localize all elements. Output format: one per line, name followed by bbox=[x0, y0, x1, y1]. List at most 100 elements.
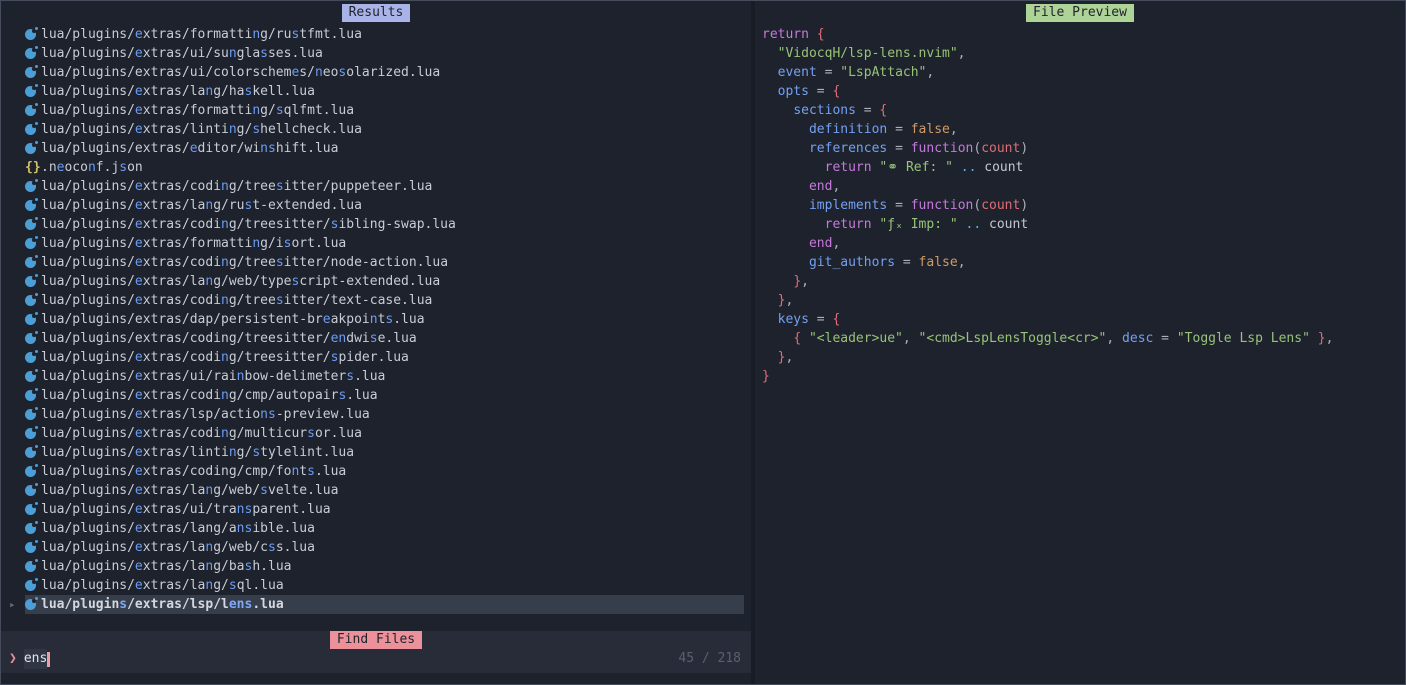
result-row[interactable]: lua/plugins/extras/ui/rainbow-delimeters… bbox=[25, 367, 744, 386]
file-path: .neoconf.json bbox=[41, 160, 143, 175]
result-row[interactable]: lua/plugins/extras/lang/sql.lua bbox=[25, 576, 744, 595]
code-line: }, bbox=[762, 291, 1333, 310]
result-row[interactable]: lua/plugins/extras/coding/treesitter/spi… bbox=[25, 348, 744, 367]
prompt-window: Find Files ❯ ens 45 / 218 bbox=[1, 631, 751, 673]
code-line: sections = { bbox=[762, 101, 1333, 120]
file-path: lua/plugins/extras/ui/sunglasses.lua bbox=[41, 46, 323, 61]
lua-file-icon bbox=[25, 219, 36, 230]
result-row[interactable]: lua/plugins/extras/formatting/isort.lua bbox=[25, 234, 744, 253]
result-row[interactable]: lua/plugins/extras/coding/cmp/autopairs.… bbox=[25, 386, 744, 405]
result-row[interactable]: lua/plugins/extras/ui/transparent.lua bbox=[25, 500, 744, 519]
result-row[interactable]: lua/plugins/extras/lang/web/typescript-e… bbox=[25, 272, 744, 291]
lua-file-icon bbox=[25, 390, 36, 401]
code-line: implements = function(count) bbox=[762, 196, 1333, 215]
result-row[interactable]: lua/plugins/extras/lang/bash.lua bbox=[25, 557, 744, 576]
lua-file-icon bbox=[25, 257, 36, 268]
code-line: return { bbox=[762, 25, 1333, 44]
result-row[interactable]: lua/plugins/extras/formatting/rustfmt.lu… bbox=[25, 25, 744, 44]
file-preview-code[interactable]: return { "VidocqH/lsp-lens.nvim", event … bbox=[762, 25, 1333, 386]
result-row[interactable]: lua/plugins/extras/ui/colorschemes/neoso… bbox=[25, 63, 744, 82]
result-row[interactable]: lua/plugins/extras/lang/web/css.lua bbox=[25, 538, 744, 557]
lua-file-icon bbox=[25, 295, 36, 306]
file-path: lua/plugins/extras/formatting/sqlfmt.lua bbox=[41, 103, 354, 118]
result-row[interactable]: lua/plugins/extras/formatting/sqlfmt.lua bbox=[25, 101, 744, 120]
file-path: lua/plugins/extras/ui/colorschemes/neoso… bbox=[41, 65, 440, 80]
result-row[interactable]: lua/plugins/extras/coding/multicursor.lu… bbox=[25, 424, 744, 443]
lua-file-icon bbox=[25, 333, 36, 344]
code-line: opts = { bbox=[762, 82, 1333, 101]
file-path: lua/plugins/extras/ui/rainbow-delimeters… bbox=[41, 369, 385, 384]
result-counter: 45 / 218 bbox=[678, 649, 741, 669]
lua-file-icon bbox=[25, 29, 36, 40]
code-line: definition = false, bbox=[762, 120, 1333, 139]
lua-file-icon bbox=[25, 561, 36, 572]
file-path: lua/plugins/extras/lang/web/css.lua bbox=[41, 540, 315, 555]
results-title-badge: Results bbox=[342, 4, 411, 22]
file-path: lua/plugins/extras/lang/sql.lua bbox=[41, 578, 284, 593]
code-line: keys = { bbox=[762, 310, 1333, 329]
result-row[interactable]: lua/plugins/extras/lsp/actions-preview.l… bbox=[25, 405, 744, 424]
code-line: references = function(count) bbox=[762, 139, 1333, 158]
telescope-picker: Results lua/plugins/extras/formatting/ru… bbox=[0, 0, 1406, 685]
file-path: lua/plugins/extras/lsp/lens.lua bbox=[41, 597, 284, 612]
result-row[interactable]: lua/plugins/extras/linting/shellcheck.lu… bbox=[25, 120, 744, 139]
lua-file-icon bbox=[25, 181, 36, 192]
prompt-query-text: ens bbox=[24, 649, 47, 669]
file-path: lua/plugins/extras/coding/treesitter/spi… bbox=[41, 350, 409, 365]
file-path: lua/plugins/extras/lang/bash.lua bbox=[41, 559, 291, 574]
file-path: lua/plugins/extras/lang/haskell.lua bbox=[41, 84, 315, 99]
result-row[interactable]: lua/plugins/extras/lang/haskell.lua bbox=[25, 82, 744, 101]
result-row[interactable]: lua/plugins/extras/coding/treesitter/sib… bbox=[25, 215, 744, 234]
file-path: lua/plugins/extras/linting/stylelint.lua bbox=[41, 445, 354, 460]
file-path: lua/plugins/extras/coding/multicursor.lu… bbox=[41, 426, 362, 441]
lua-file-icon bbox=[25, 67, 36, 78]
lua-file-icon bbox=[25, 86, 36, 97]
file-path: lua/plugins/extras/coding/treesitter/end… bbox=[41, 331, 417, 346]
code-line: return "⚭ Ref: " .. count bbox=[762, 158, 1333, 177]
preview-window-title: File Preview bbox=[756, 4, 1404, 22]
text-cursor bbox=[47, 652, 50, 667]
result-row[interactable]: lua/plugins/extras/linting/stylelint.lua bbox=[25, 443, 744, 462]
result-row[interactable]: lua/plugins/extras/ui/sunglasses.lua bbox=[25, 44, 744, 63]
code-line: git_authors = false, bbox=[762, 253, 1333, 272]
file-path: lua/plugins/extras/formatting/isort.lua bbox=[41, 236, 346, 251]
prompt-prefix-icon: ❯ bbox=[9, 649, 17, 669]
result-row[interactable]: lua/plugins/extras/coding/cmp/fonts.lua bbox=[25, 462, 744, 481]
file-path: lua/plugins/extras/coding/treesitter/tex… bbox=[41, 293, 432, 308]
result-row[interactable]: lua/plugins/extras/editor/winshift.lua bbox=[25, 139, 744, 158]
result-row[interactable]: lua/plugins/extras/coding/treesitter/end… bbox=[25, 329, 744, 348]
code-line: } bbox=[762, 367, 1333, 386]
prompt-input[interactable]: ❯ ens bbox=[9, 649, 50, 669]
code-line: { "<leader>ue", "<cmd>LspLensToggle<cr>"… bbox=[762, 329, 1333, 348]
result-row[interactable]: lua/plugins/extras/lang/web/svelte.lua bbox=[25, 481, 744, 500]
result-row[interactable]: lua/plugins/extras/dap/persistent-breakp… bbox=[25, 310, 744, 329]
result-row[interactable]: lua/plugins/extras/coding/treesitter/tex… bbox=[25, 291, 744, 310]
lua-file-icon bbox=[25, 314, 36, 325]
code-line: end, bbox=[762, 234, 1333, 253]
lua-file-icon bbox=[25, 143, 36, 154]
lua-file-icon bbox=[25, 200, 36, 211]
file-path: lua/plugins/extras/lang/web/svelte.lua bbox=[41, 483, 338, 498]
result-row[interactable]: lua/plugins/extras/lang/rust-extended.lu… bbox=[25, 196, 744, 215]
file-path: lua/plugins/extras/coding/treesitter/sib… bbox=[41, 217, 456, 232]
lua-file-icon bbox=[25, 599, 36, 610]
result-row[interactable]: {}.neoconf.json bbox=[25, 158, 744, 177]
code-line: }, bbox=[762, 272, 1333, 291]
result-row[interactable]: lua/plugins/extras/coding/treesitter/pup… bbox=[25, 177, 744, 196]
preview-title-badge: File Preview bbox=[1026, 4, 1134, 22]
lua-file-icon bbox=[25, 48, 36, 59]
file-path: lua/plugins/extras/ui/transparent.lua bbox=[41, 502, 331, 517]
result-row[interactable]: lua/plugins/extras/lang/ansible.lua bbox=[25, 519, 744, 538]
lua-file-icon bbox=[25, 466, 36, 477]
lua-file-icon bbox=[25, 352, 36, 363]
result-row[interactable]: lua/plugins/extras/coding/treesitter/nod… bbox=[25, 253, 744, 272]
result-row[interactable]: ▸lua/plugins/extras/lsp/lens.lua bbox=[25, 595, 744, 614]
lua-file-icon bbox=[25, 371, 36, 382]
lua-file-icon bbox=[25, 105, 36, 116]
prompt-title-badge: Find Files bbox=[330, 631, 422, 649]
file-path: lua/plugins/extras/editor/winshift.lua bbox=[41, 141, 338, 156]
file-path: lua/plugins/extras/linting/shellcheck.lu… bbox=[41, 122, 362, 137]
code-line: return "ƒₓ Imp: " .. count bbox=[762, 215, 1333, 234]
lua-file-icon bbox=[25, 238, 36, 249]
file-path: lua/plugins/extras/coding/cmp/fonts.lua bbox=[41, 464, 346, 479]
